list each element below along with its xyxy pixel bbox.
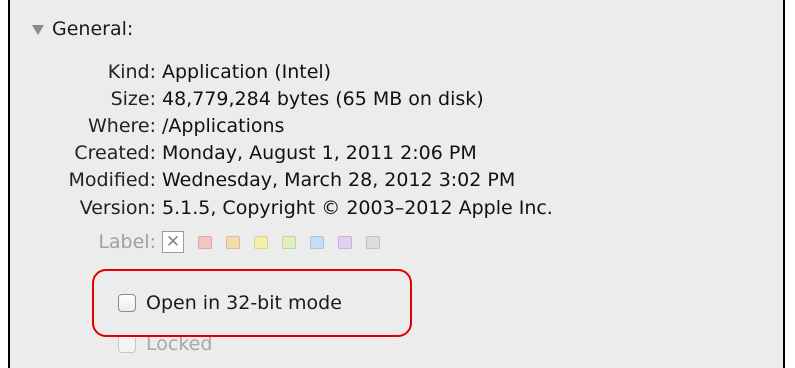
- locked-checkbox[interactable]: [118, 335, 136, 353]
- locked-option[interactable]: Locked: [118, 333, 212, 355]
- created-row: Created: Monday, August 1, 2011 2:06 PM: [10, 140, 477, 166]
- label-swatch-red[interactable]: [198, 235, 212, 249]
- where-row: Where: /Applications: [10, 113, 284, 139]
- label-picker: Label: ✕: [10, 228, 380, 256]
- general-section-header[interactable]: General:: [32, 18, 133, 40]
- open-32bit-option[interactable]: Open in 32-bit mode: [118, 292, 342, 314]
- label-swatch-yellow[interactable]: [254, 235, 268, 249]
- where-value: /Applications: [162, 115, 285, 137]
- label-picker-label: Label:: [98, 231, 156, 253]
- version-label: Version:: [79, 197, 156, 219]
- section-title: General:: [52, 18, 134, 40]
- open-32bit-label: Open in 32-bit mode: [146, 292, 342, 314]
- modified-label: Modified:: [68, 169, 156, 191]
- version-value: 5.1.5, Copyright © 2003–2012 Apple Inc.: [162, 197, 553, 219]
- label-swatch-green[interactable]: [282, 235, 296, 249]
- label-swatch-orange[interactable]: [226, 235, 240, 249]
- version-row: Version: 5.1.5, Copyright © 2003–2012 Ap…: [10, 195, 553, 221]
- disclosure-triangle-icon[interactable]: [32, 25, 44, 35]
- kind-label: Kind:: [107, 61, 156, 83]
- size-value: 48,779,284 bytes (65 MB on disk): [162, 88, 484, 110]
- no-label-icon[interactable]: ✕: [162, 231, 184, 253]
- kind-row: Kind: Application (Intel): [10, 59, 331, 85]
- where-label: Where:: [87, 115, 156, 137]
- size-label: Size:: [110, 88, 156, 110]
- info-panel: General: Kind: Application (Intel) Size:…: [8, 0, 785, 368]
- created-label: Created:: [74, 142, 156, 164]
- modified-row: Modified: Wednesday, March 28, 2012 3:02…: [10, 167, 516, 193]
- kind-value: Application (Intel): [162, 61, 332, 83]
- open-32bit-checkbox[interactable]: [118, 294, 136, 312]
- label-swatch-purple[interactable]: [338, 235, 352, 249]
- label-swatch-gray[interactable]: [366, 235, 380, 249]
- label-swatch-blue[interactable]: [310, 235, 324, 249]
- created-value: Monday, August 1, 2011 2:06 PM: [162, 142, 477, 164]
- modified-value: Wednesday, March 28, 2012 3:02 PM: [162, 169, 516, 191]
- locked-label: Locked: [146, 333, 213, 355]
- size-row: Size: 48,779,284 bytes (65 MB on disk): [10, 86, 484, 112]
